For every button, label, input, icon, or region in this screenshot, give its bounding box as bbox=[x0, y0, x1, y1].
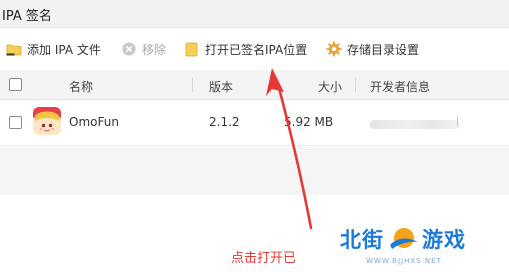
table-header: 名称 版本 大小 开发者信息 bbox=[0, 70, 509, 100]
remove-button[interactable]: 移除 bbox=[121, 39, 166, 59]
gear-icon bbox=[326, 41, 342, 57]
storage-directory-settings-label: 存储目录设置 bbox=[347, 42, 420, 57]
open-signed-ipa-location-button[interactable]: 打开已签名IPA位置 bbox=[184, 39, 307, 59]
window-titlebar: IPA 签名 bbox=[0, 0, 509, 28]
app-version: 2.1.2 bbox=[209, 115, 240, 129]
watermark-text-part1: 北街 bbox=[340, 228, 384, 252]
column-header-name[interactable]: 名称 bbox=[69, 78, 93, 95]
developer-info-blurred bbox=[370, 120, 460, 129]
column-header-developer[interactable]: 开发者信息 bbox=[370, 78, 430, 95]
remove-circle-icon bbox=[121, 41, 137, 57]
folder-icon bbox=[184, 41, 200, 57]
open-signed-ipa-location-label: 打开已签名IPA位置 bbox=[205, 42, 308, 57]
select-all-checkbox[interactable] bbox=[9, 78, 22, 91]
column-divider bbox=[192, 78, 193, 92]
sun-logo-icon bbox=[386, 225, 420, 253]
column-header-version[interactable]: 版本 bbox=[209, 78, 233, 95]
annotation-caption: 点击打开已 bbox=[231, 251, 297, 266]
folder-plus-icon bbox=[6, 41, 22, 57]
row-checkbox[interactable] bbox=[9, 116, 22, 129]
toolbar: 添加 IPA 文件 移除 打开已签名IPA位置 存储目录设置 bbox=[0, 28, 509, 70]
table-row[interactable]: OmoFun 2.1.2 5.92 MB bbox=[0, 100, 509, 146]
column-header-size[interactable]: 大小 bbox=[318, 78, 342, 95]
omofun-app-icon bbox=[33, 107, 61, 135]
column-divider bbox=[355, 78, 356, 92]
column-divider bbox=[270, 78, 271, 92]
window-title: IPA 签名 bbox=[2, 9, 52, 24]
developer-info-edge bbox=[457, 116, 458, 126]
watermark-text-part2: 游戏 bbox=[422, 228, 466, 252]
app-size: 5.92 MB bbox=[284, 115, 334, 129]
storage-directory-settings-button[interactable]: 存储目录设置 bbox=[326, 39, 419, 59]
empty-list-area bbox=[0, 147, 509, 195]
add-ipa-file-button[interactable]: 添加 IPA 文件 bbox=[6, 39, 101, 59]
remove-label: 移除 bbox=[142, 42, 167, 57]
watermark-logo: 北街 游戏 WWW.BJJHXS.NET bbox=[340, 224, 505, 270]
watermark-url: WWW.BJJHXS.NET bbox=[366, 257, 442, 265]
add-ipa-file-label: 添加 IPA 文件 bbox=[27, 42, 101, 57]
app-name: OmoFun bbox=[69, 115, 119, 129]
